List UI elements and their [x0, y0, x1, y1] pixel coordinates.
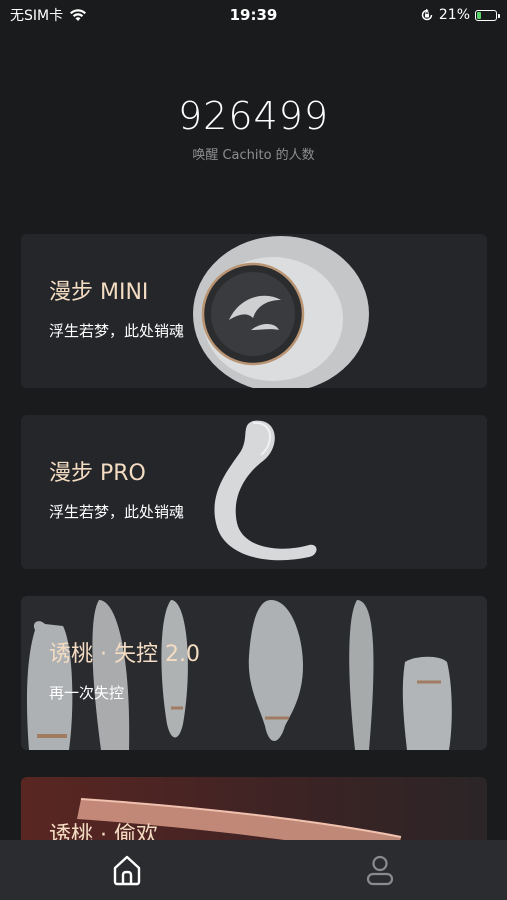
tab-bar: [0, 840, 507, 900]
battery-level-fill: [477, 11, 481, 19]
status-left: 无SIM卡: [10, 5, 87, 25]
tab-profile[interactable]: [254, 840, 507, 900]
orientation-lock-icon: [421, 8, 433, 21]
awakened-count: 926499: [177, 94, 330, 138]
battery-percent: 21%: [438, 7, 470, 23]
status-bar: 无SIM卡 19:39 21%: [0, 0, 507, 30]
hero-counter: 926499 唤醒 Cachito 的人数: [0, 94, 507, 163]
status-right: 21%: [420, 7, 500, 23]
product-subtitle: 浮生若梦，此处销魂: [49, 503, 185, 521]
home-icon: [113, 855, 140, 886]
product-image-pro: [214, 420, 317, 561]
product-image-mini: [193, 236, 369, 388]
awakened-caption: 唤醒 Cachito 的人数: [192, 148, 315, 163]
product-title: 漫步 PRO: [49, 461, 146, 486]
battery-icon: [475, 9, 500, 21]
carrier-label: 无SIM卡: [10, 8, 64, 24]
product-card-youtao-2[interactable]: 诱桃 · 失控 2.0 再一次失控: [21, 596, 487, 750]
product-lineup-image: [21, 596, 487, 750]
product-subtitle: 再一次失控: [49, 684, 125, 702]
tab-home[interactable]: [0, 840, 254, 900]
wifi-icon: [70, 9, 87, 21]
product-title: 诱桃 · 失控 2.0: [49, 642, 200, 667]
product-card-mini[interactable]: 漫步 MINI 浮生若梦，此处销魂: [21, 234, 487, 388]
product-card-pro[interactable]: 漫步 PRO 浮生若梦，此处销魂: [21, 415, 487, 569]
product-title: 漫步 MINI: [49, 280, 149, 305]
product-subtitle: 浮生若梦，此处销魂: [49, 322, 185, 340]
profile-icon: [367, 855, 394, 886]
